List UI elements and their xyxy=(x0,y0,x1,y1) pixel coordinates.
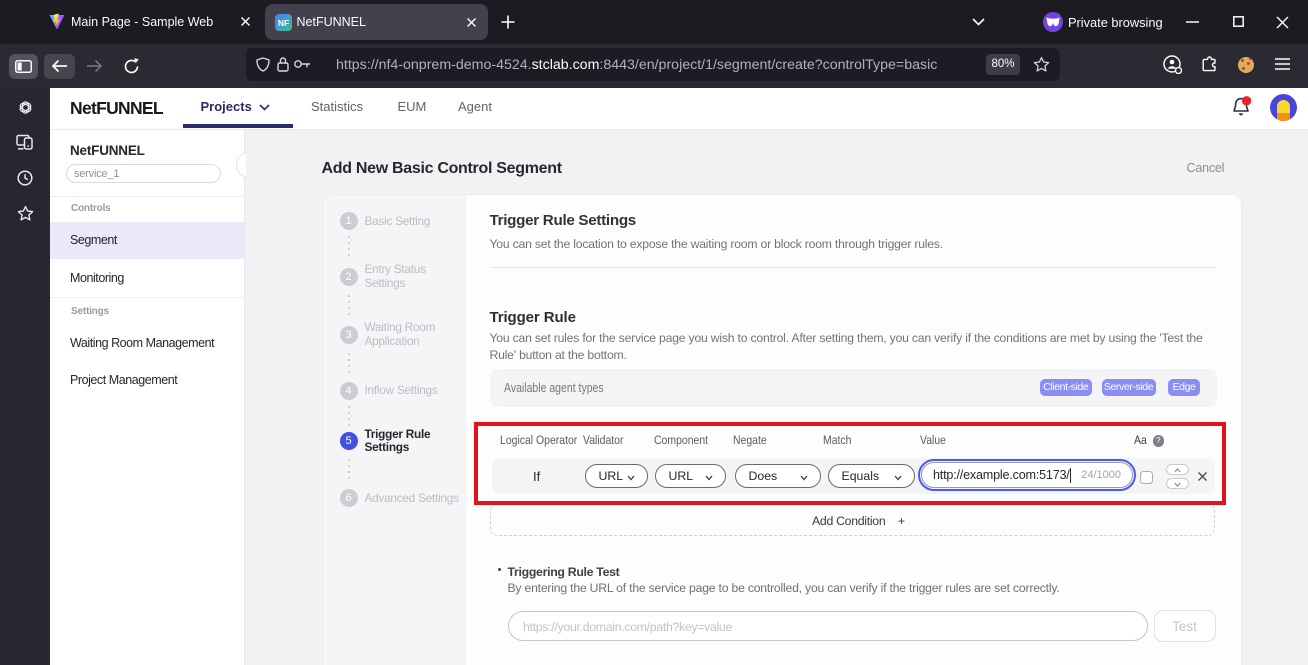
svg-text:NF: NF xyxy=(277,18,288,28)
